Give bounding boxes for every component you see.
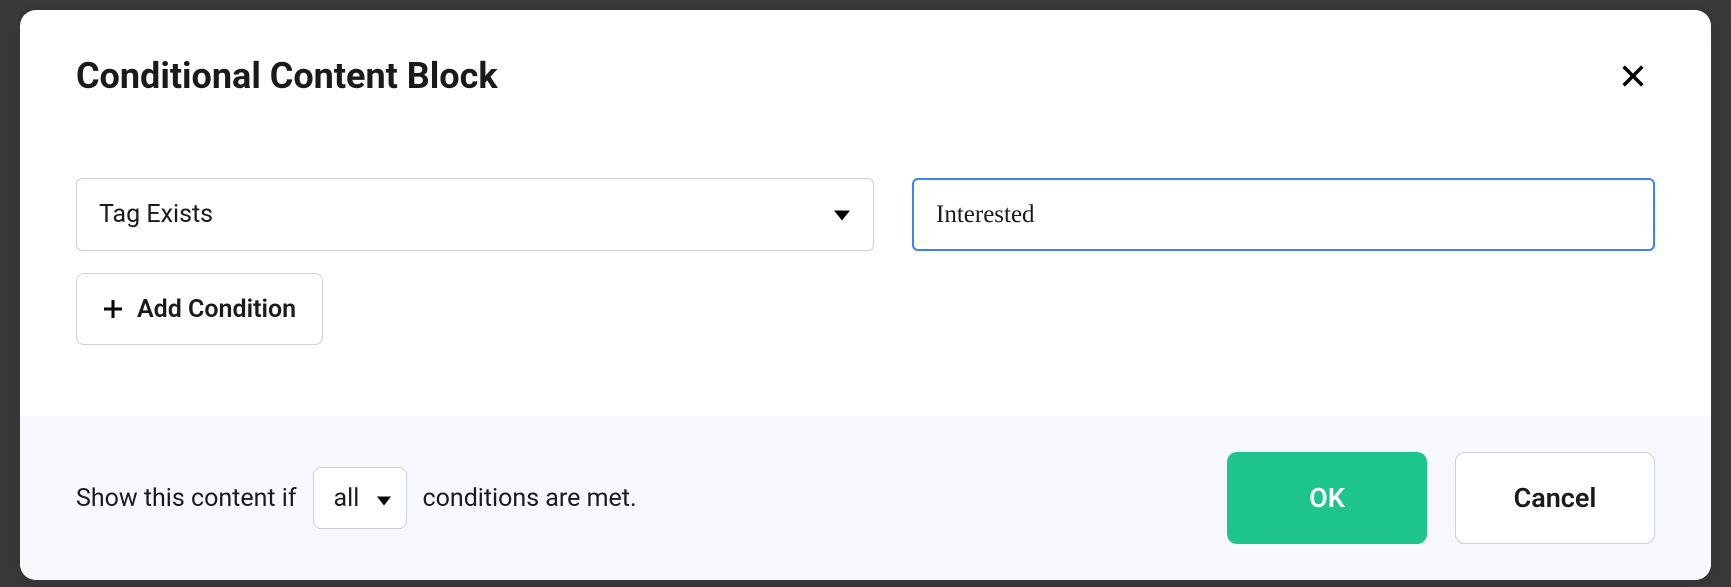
modal-footer: Show this content if all conditions are … <box>20 416 1711 580</box>
footer-suffix: conditions are met. <box>423 484 637 513</box>
close-icon <box>1619 62 1647 90</box>
close-button[interactable] <box>1611 54 1655 98</box>
condition-type-select[interactable]: Tag Exists <box>76 178 874 251</box>
condition-type-wrapper: Tag Exists <box>76 178 874 251</box>
ok-button[interactable]: OK <box>1227 452 1427 544</box>
mode-select-wrapper: all <box>313 467 407 529</box>
plus-icon <box>103 299 123 319</box>
footer-condition-text: Show this content if all conditions are … <box>76 467 637 529</box>
condition-row: Tag Exists <box>76 178 1655 251</box>
condition-value-input[interactable] <box>912 178 1655 251</box>
modal-header: Conditional Content Block <box>20 10 1711 118</box>
add-condition-button[interactable]: Add Condition <box>76 273 323 345</box>
modal-body: Tag Exists Add Condition <box>20 118 1711 416</box>
footer-prefix: Show this content if <box>76 484 297 513</box>
modal-title: Conditional Content Block <box>76 55 498 97</box>
conditional-content-modal: Conditional Content Block Tag Exists <box>20 10 1711 580</box>
footer-actions: OK Cancel <box>1227 452 1655 544</box>
condition-mode-select[interactable]: all <box>313 467 407 529</box>
cancel-button[interactable]: Cancel <box>1455 452 1655 544</box>
add-condition-label: Add Condition <box>137 295 296 324</box>
